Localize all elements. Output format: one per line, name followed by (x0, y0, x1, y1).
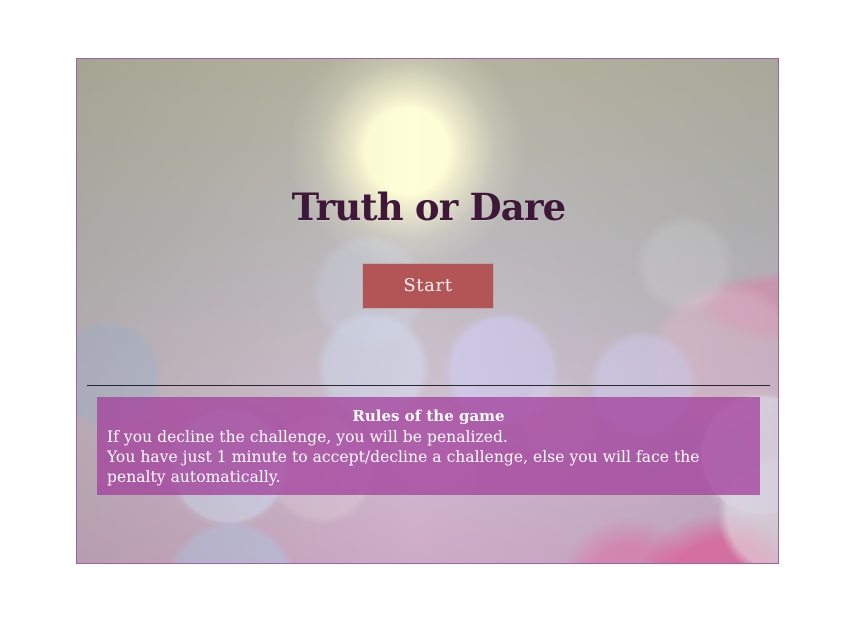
start-button[interactable]: Start (363, 264, 493, 308)
rule-line-time-limit: You have just 1 minute to accept/decline… (107, 448, 700, 486)
rules-divider (87, 385, 770, 386)
rule-line-decline-penalty: If you decline the challenge, you will b… (107, 428, 508, 446)
game-panel: Truth or Dare Start Rules of the game If… (76, 58, 779, 564)
game-title: Truth or Dare (291, 185, 567, 229)
rules-panel: Rules of the game If you decline the cha… (97, 397, 760, 495)
rules-heading: Rules of the game (352, 407, 505, 425)
